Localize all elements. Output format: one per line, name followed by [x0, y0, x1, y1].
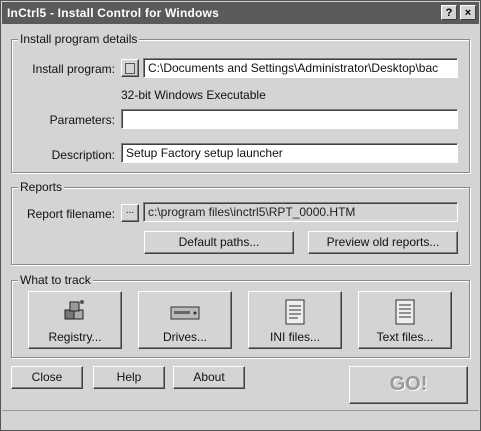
text-files-button[interactable]: Text files... [358, 291, 452, 349]
default-paths-button[interactable]: Default paths... [144, 231, 294, 254]
registry-label: Registry... [48, 330, 102, 344]
parameters-label: Parameters: [49, 113, 115, 127]
report-browse-button[interactable]: ... [121, 204, 139, 222]
what-to-track-legend: What to track [18, 273, 93, 287]
preview-old-reports-button[interactable]: Preview old reports... [308, 231, 458, 254]
ini-files-label: INI files... [269, 330, 320, 344]
install-details-legend: Install program details [18, 32, 140, 46]
main-window: InCtrl5 - Install Control for Windows ? … [0, 0, 481, 431]
report-filename-label: Report filename: [26, 207, 115, 221]
program-type-text: 32-bit Windows Executable [121, 88, 266, 102]
ini-files-button[interactable]: INI files... [248, 291, 342, 349]
ini-file-icon [284, 298, 306, 329]
install-program-input[interactable]: C:\Documents and Settings\Administrator\… [143, 58, 458, 78]
window-title: InCtrl5 - Install Control for Windows [7, 6, 219, 20]
report-filename-input[interactable]: c:\program files\inctrl5\RPT_0000.HTM [143, 202, 458, 222]
about-button[interactable]: About [173, 366, 245, 389]
help-button[interactable]: Help [93, 366, 165, 389]
install-program-browse-button[interactable] [121, 59, 139, 77]
drives-button[interactable]: Drives... [138, 291, 232, 349]
registry-button[interactable]: Registry... [28, 291, 122, 349]
text-file-icon [394, 298, 416, 329]
registry-cubes-icon [62, 298, 88, 327]
description-input[interactable]: Setup Factory setup launcher [121, 143, 458, 163]
install-program-label: Install program: [32, 62, 115, 76]
close-title-button[interactable]: × [460, 5, 476, 20]
help-title-button[interactable]: ? [441, 5, 457, 20]
parameters-input[interactable] [121, 109, 458, 129]
close-button[interactable]: Close [11, 366, 83, 389]
drives-label: Drives... [162, 330, 207, 344]
title-bar: InCtrl5 - Install Control for Windows ? … [2, 2, 479, 24]
go-button[interactable]: GO! [349, 366, 468, 404]
description-label: Description: [51, 148, 115, 162]
reports-legend: Reports [18, 180, 65, 194]
drive-icon [170, 304, 200, 325]
text-files-label: Text files... [376, 330, 434, 344]
status-bar [2, 410, 479, 430]
file-icon [125, 63, 135, 74]
